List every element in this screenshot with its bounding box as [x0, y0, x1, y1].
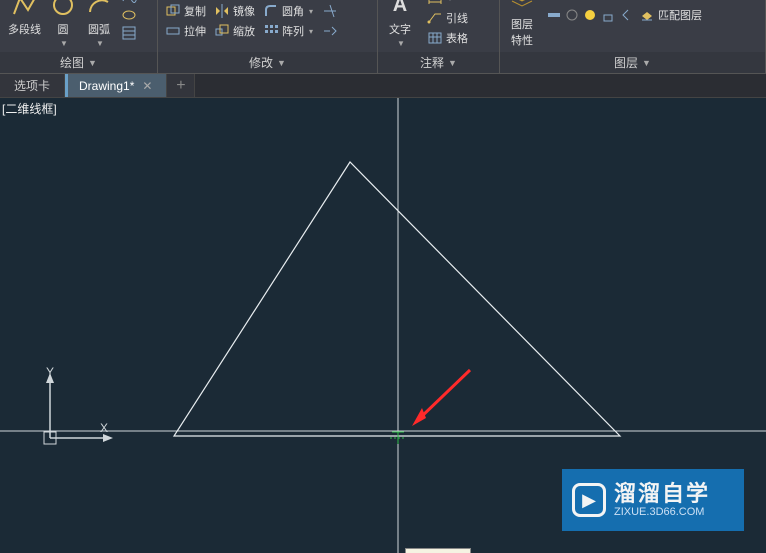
- layer-unlock-icon[interactable]: [600, 7, 616, 23]
- array-button[interactable]: 阵列 ▾: [260, 22, 316, 40]
- scale-button[interactable]: 缩放: [211, 22, 258, 40]
- chevron-down-icon: ▼: [88, 58, 97, 68]
- circle-label: 圆: [58, 21, 69, 37]
- layer-props-label: 图层 特性: [511, 16, 533, 48]
- new-tab-button[interactable]: +: [167, 74, 195, 97]
- ellipse-icon[interactable]: [121, 7, 137, 23]
- array-icon: [263, 23, 279, 39]
- dimension-button[interactable]: ▾: [424, 0, 455, 7]
- layer-freeze-icon[interactable]: [564, 0, 580, 1]
- leader-button[interactable]: 引线: [424, 9, 471, 27]
- watermark: ▶ 溜溜自学 ZIXUE.3D66.COM: [562, 469, 744, 531]
- panel-layers: 图层 特性 置为当前: [500, 0, 766, 73]
- set-current-button[interactable]: 置为当前: [636, 0, 705, 2]
- drawing-viewport[interactable]: [二维线框] Y X 递延切点 ▶ 溜溜自学 ZIXUE.3D66.CO: [0, 98, 766, 553]
- panel-modify-title[interactable]: 修改 ▼: [158, 52, 377, 73]
- layer-prev-icon[interactable]: [618, 7, 634, 23]
- panel-draw-title[interactable]: 绘图 ▼: [0, 52, 157, 73]
- table-button[interactable]: 表格: [424, 29, 471, 47]
- layer-color-icon[interactable]: [600, 0, 616, 1]
- chevron-down-icon: ▼: [448, 58, 457, 68]
- panel-annotate: A 文字 ▼ ▾ 引线: [378, 0, 500, 73]
- tab-options[interactable]: 选项卡: [0, 74, 65, 97]
- ucs-x-label: X: [100, 421, 108, 435]
- hatch-icon[interactable]: [121, 25, 137, 41]
- play-icon: ▶: [572, 483, 606, 517]
- table-icon: [427, 30, 443, 46]
- chevron-down-icon: ▼: [277, 58, 286, 68]
- document-tabbar: 选项卡 Drawing1* ✕ +: [0, 74, 766, 98]
- scale-icon: [214, 23, 230, 39]
- ribbon: 多段线 圆 ▼ 圆弧 ▼ 绘图: [0, 0, 766, 74]
- stretch-icon: [165, 23, 181, 39]
- fillet-button[interactable]: 圆角 ▾: [260, 2, 316, 20]
- circle-button[interactable]: 圆 ▼: [45, 0, 81, 50]
- stretch-button[interactable]: 拉伸: [162, 22, 209, 40]
- panel-modify: 复制 镜像 圆角 ▾: [158, 0, 378, 73]
- dropdown-icon: ▾: [309, 7, 313, 16]
- mirror-icon: [214, 3, 230, 19]
- layer-thaw-icon[interactable]: [582, 7, 598, 23]
- dimension-icon: [427, 0, 443, 6]
- text-button[interactable]: A 文字 ▼: [382, 0, 418, 50]
- layer-on-icon[interactable]: [546, 0, 562, 1]
- dropdown-icon: ▾: [448, 0, 452, 3]
- mirror-button[interactable]: 镜像: [211, 2, 258, 20]
- arc-icon: [85, 0, 113, 19]
- arc-label: 圆弧: [88, 21, 110, 37]
- ucs-y-label: Y: [46, 365, 54, 379]
- leader-icon: [427, 10, 443, 26]
- copy-icon: [165, 3, 181, 19]
- spline-icon[interactable]: [121, 0, 137, 5]
- copy-button[interactable]: 复制: [162, 2, 209, 20]
- polyline-icon: [11, 0, 39, 19]
- match-layer-button[interactable]: 匹配图层: [636, 6, 705, 24]
- panel-draw: 多段线 圆 ▼ 圆弧 ▼ 绘图: [0, 0, 158, 73]
- arc-button[interactable]: 圆弧 ▼: [81, 0, 117, 50]
- text-label: 文字: [389, 21, 411, 37]
- snap-marker: [390, 432, 406, 444]
- chevron-down-icon: ▼: [642, 58, 651, 68]
- layer-plot-icon[interactable]: [618, 0, 634, 1]
- layer-props-icon: [508, 0, 536, 14]
- snap-tooltip: 递延切点: [405, 548, 471, 553]
- layer-lock-icon[interactable]: [582, 0, 598, 1]
- layer-off-icon[interactable]: [564, 7, 580, 23]
- panel-layers-title[interactable]: 图层 ▼: [500, 52, 765, 73]
- circle-icon: [49, 0, 77, 19]
- fillet-icon: [263, 3, 279, 19]
- polyline-button[interactable]: 多段线: [4, 0, 45, 39]
- match-layer-icon: [639, 7, 655, 23]
- layer-iso-icon[interactable]: [546, 7, 562, 23]
- close-icon[interactable]: ✕: [142, 79, 152, 93]
- panel-annotate-title[interactable]: 注释 ▼: [378, 52, 499, 73]
- dropdown-icon: ▼: [96, 39, 104, 48]
- dropdown-icon: ▾: [309, 27, 313, 36]
- polyline-label: 多段线: [8, 21, 41, 37]
- dropdown-icon: ▼: [60, 39, 68, 48]
- layer-props-button[interactable]: 图层 特性: [504, 0, 540, 50]
- text-icon: A: [386, 0, 414, 19]
- extend-icon[interactable]: [322, 23, 338, 39]
- tab-drawing1[interactable]: Drawing1* ✕: [65, 74, 167, 97]
- dropdown-icon: ▼: [397, 39, 405, 48]
- set-current-icon: [639, 0, 655, 1]
- trim-icon[interactable]: [322, 3, 338, 19]
